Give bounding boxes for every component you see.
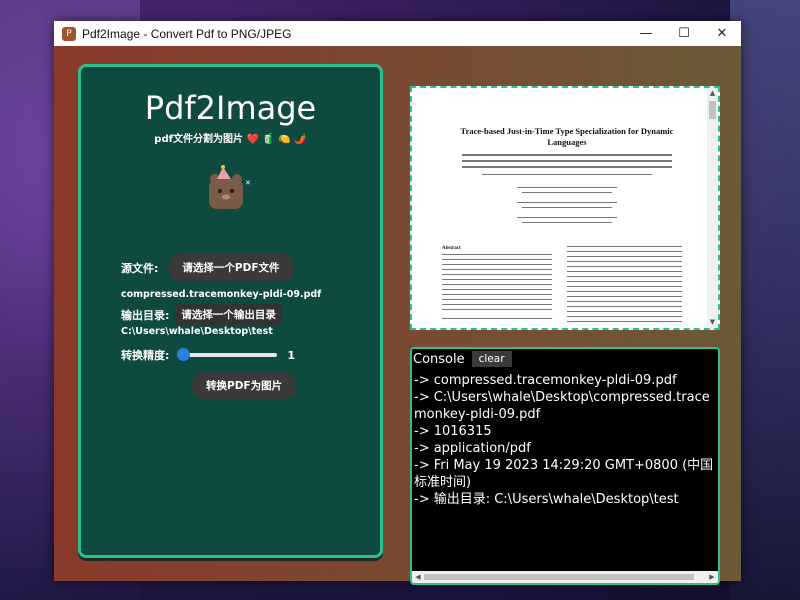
console-line: -> 输出目录: C:\Users\whale\Desktop\test <box>414 492 679 507</box>
pdf-text-line <box>567 276 682 277</box>
source-label: 源文件: <box>121 261 159 275</box>
preview-scroll-thumb[interactable] <box>709 101 716 119</box>
maximize-button[interactable]: ☐ <box>665 21 703 46</box>
scroll-right-arrow-icon[interactable]: ▶ <box>707 572 717 582</box>
source-file-name: compressed.tracemonkey-pldi-09.pdf <box>121 289 322 300</box>
pdf-doc-title-line2: Languages <box>547 137 587 147</box>
console-line: -> C:\Users\whale\Desktop\compressed.tra… <box>414 390 710 422</box>
pdf-text-line <box>567 261 682 262</box>
console-line: -> Fri May 19 2023 14:29:20 GMT+0800 (中国… <box>414 458 714 490</box>
precision-slider-thumb[interactable] <box>177 348 191 361</box>
console-output[interactable]: -> compressed.tracemonkey-pldi-09.pdf -> … <box>414 372 714 564</box>
pdf-text-line <box>442 274 552 275</box>
pdf-doc-title-line1: Trace-based Just-in-Time Type Specializa… <box>460 126 674 136</box>
output-dir-path: C:\Users\whale\Desktop\test <box>121 326 273 337</box>
pdf-text-line <box>567 286 682 287</box>
pdf-text-line <box>567 246 682 247</box>
control-panel: Pdf2Image pdf文件分割为图片 ❤️ 🧃 🍋 🌶️ ✕ 源文件: 请选… <box>78 64 383 558</box>
pdf-text-line <box>517 187 617 188</box>
pdf-text-line <box>517 217 617 218</box>
bear-mascot-icon: ✕ <box>209 165 251 209</box>
output-row: 输出目录: 请选择一个输出目录 <box>121 304 282 325</box>
preview-vertical-scrollbar[interactable]: ▲ ▼ <box>707 88 718 328</box>
pdf-text-line <box>567 321 682 322</box>
console-line: -> 1016315 <box>414 424 492 439</box>
pdf-text-line <box>567 316 682 317</box>
pdf-text-line <box>522 222 612 223</box>
pdf-text-line <box>442 254 552 255</box>
pdf-text-line <box>567 296 682 297</box>
pdf-text-line <box>567 306 682 307</box>
close-button[interactable]: ✕ <box>703 21 741 46</box>
console-panel: Console clear -> compressed.tracemonkey-… <box>410 347 720 585</box>
clear-console-button[interactable]: clear <box>471 351 512 367</box>
pdf-text-line <box>567 291 682 292</box>
source-row: 源文件: 请选择一个PDF文件 <box>121 254 294 281</box>
pdf-text-line <box>567 256 682 257</box>
precision-row: 转换精度: 1 <box>121 347 295 363</box>
title-bar[interactable]: P Pdf2Image - Convert Pdf to PNG/JPEG — … <box>54 21 741 46</box>
console-scroll-thumb[interactable] <box>424 574 694 580</box>
scroll-up-arrow-icon[interactable]: ▲ <box>708 89 717 98</box>
console-line: -> application/pdf <box>414 441 531 456</box>
minimize-button[interactable]: — <box>627 21 665 46</box>
pdf-text-line <box>442 279 552 280</box>
precision-slider[interactable] <box>177 348 278 361</box>
pdf-text-line <box>442 289 552 290</box>
pdf-text-line <box>482 174 652 175</box>
convert-pdf-button[interactable]: 转换PDF为图片 <box>192 372 297 399</box>
pdf-text-line <box>462 166 672 168</box>
app-title: Pdf2Image <box>144 89 317 127</box>
window-title: Pdf2Image - Convert Pdf to PNG/JPEG <box>82 26 292 41</box>
precision-value: 1 <box>287 348 296 362</box>
pdf-text-line <box>442 318 552 319</box>
pdf-abstract-heading: Abstract <box>442 246 461 251</box>
pdf-text-line <box>567 281 682 282</box>
console-line: -> compressed.tracemonkey-pldi-09.pdf <box>414 373 677 388</box>
pdf-doc-title: Trace-based Just-in-Time Type Specializa… <box>442 126 692 148</box>
pdf-text-line <box>442 264 552 265</box>
pdf-text-line <box>567 251 682 252</box>
select-output-dir-button[interactable]: 请选择一个输出目录 <box>175 304 282 325</box>
app-subtitle: pdf文件分割为图片 ❤️ 🧃 🍋 🌶️ <box>154 134 307 145</box>
pdf-text-line <box>567 266 682 267</box>
select-pdf-button[interactable]: 请选择一个PDF文件 <box>168 254 294 281</box>
app-client-area: Pdf2Image pdf文件分割为图片 ❤️ 🧃 🍋 🌶️ ✕ 源文件: 请选… <box>54 46 741 585</box>
svg-text:✕: ✕ <box>245 179 251 187</box>
console-horizontal-scrollbar[interactable]: ◀ ▶ <box>412 571 718 583</box>
scroll-down-arrow-icon[interactable]: ▼ <box>708 318 717 327</box>
pdf-text-line <box>442 269 552 270</box>
pdf-text-line <box>522 192 612 193</box>
app-window: P Pdf2Image - Convert Pdf to PNG/JPEG — … <box>54 21 741 585</box>
pdf-text-line <box>517 202 617 203</box>
console-header: Console clear <box>412 349 718 369</box>
pdf-text-line <box>442 299 552 300</box>
pdf-text-line <box>442 284 552 285</box>
pdf-text-line <box>462 160 672 162</box>
pdf-text-line <box>462 154 672 156</box>
window-controls: — ☐ ✕ <box>627 21 741 46</box>
scroll-left-arrow-icon[interactable]: ◀ <box>413 572 423 582</box>
pdf-text-line <box>567 311 682 312</box>
pdf-text-line <box>522 207 612 208</box>
pdf-page: Trace-based Just-in-Time Type Specializa… <box>422 88 702 328</box>
pdf-text-line <box>442 304 552 305</box>
pdf-app-icon: P <box>62 26 76 41</box>
pdf-text-line <box>442 309 552 310</box>
precision-label: 转换精度: <box>121 349 170 362</box>
pdf-preview[interactable]: Trace-based Just-in-Time Type Specializa… <box>410 86 720 330</box>
pdf-text-line <box>567 271 682 272</box>
console-label: Console <box>413 351 465 367</box>
pdf-text-line <box>442 259 552 260</box>
pdf-text-line <box>567 301 682 302</box>
pdf-text-line <box>442 294 552 295</box>
output-label: 输出目录: <box>121 308 170 322</box>
